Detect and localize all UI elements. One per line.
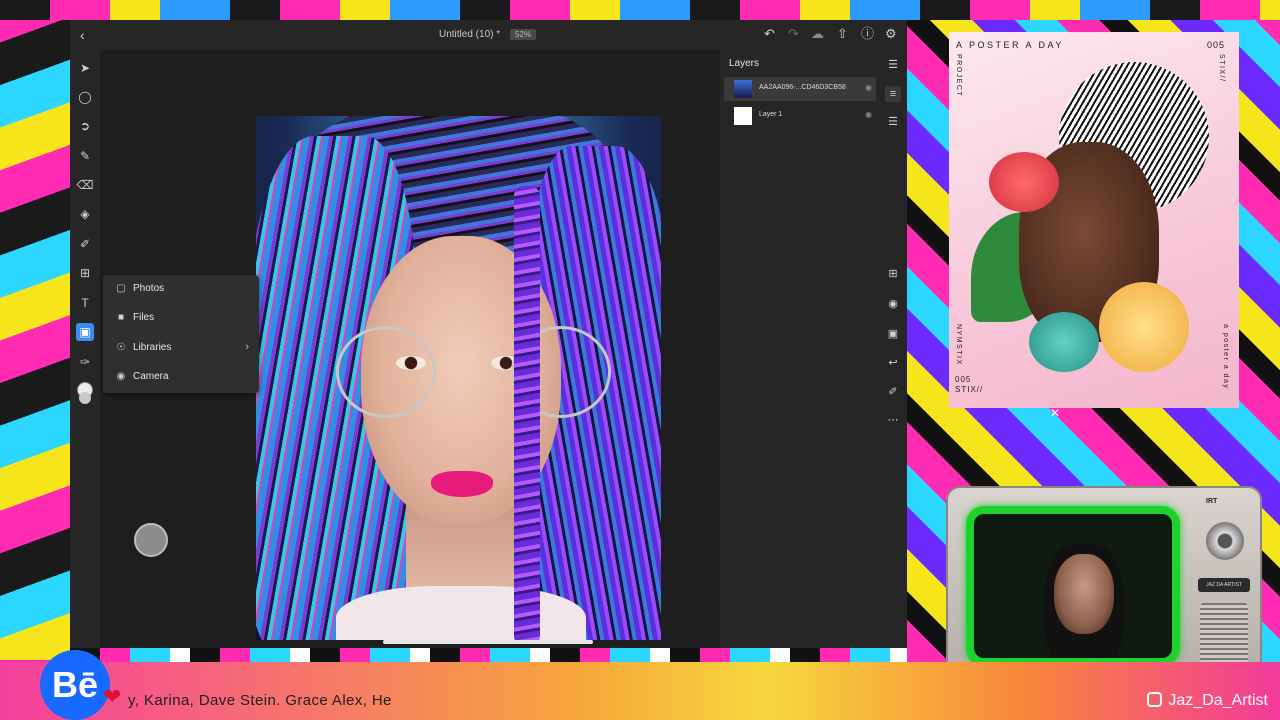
poster-flower <box>1029 312 1099 372</box>
background-color-swatch[interactable] <box>79 392 91 404</box>
type-icon[interactable]: T <box>76 294 94 312</box>
place-image-icon[interactable]: ▣ <box>76 323 94 341</box>
import-libraries-item[interactable]: ☉ Libraries › <box>103 334 259 363</box>
poster-vertical-left-bottom: NYMSTIX <box>955 324 962 366</box>
touch-shortcut-button[interactable] <box>134 523 168 557</box>
document-title: Untitled (10) * <box>439 29 501 40</box>
import-camera-item[interactable]: ◉ Camera <box>103 363 259 392</box>
chevron-left-icon[interactable]: ‹ <box>80 27 85 43</box>
instagram-icon <box>1147 692 1163 707</box>
poster-flower <box>1099 282 1189 372</box>
poster-footer: 005 STIX// <box>955 375 983 395</box>
poster-flower <box>989 152 1059 212</box>
poster-vertical-left: PROJECT <box>955 54 962 98</box>
folder-icon: ■ <box>117 312 125 323</box>
adjust-icon[interactable]: ☰ <box>885 114 901 130</box>
tv-brand-top: IRT <box>1206 498 1218 505</box>
import-photos-item[interactable]: ▢ Photos <box>103 275 259 304</box>
top-bar: ‹ Untitled (10) * 52% ↶ ↷ ☁ ⇧ ⓘ ⚙ <box>70 20 907 50</box>
collage-tile-bottom <box>70 648 950 662</box>
poster-artwork: A POSTER A DAY 005 PROJECT STIX// NYMSTI… <box>949 32 1239 408</box>
select-icon[interactable]: ➤ <box>76 59 94 77</box>
cloud-icon[interactable]: ☁ <box>811 27 824 41</box>
import-libraries-label: Libraries <box>133 342 172 353</box>
close-icon[interactable]: ✕ <box>1050 406 1060 420</box>
undo-icon[interactable]: ↶ <box>764 27 775 41</box>
poster-header: A POSTER A DAY <box>956 40 1064 50</box>
tool-bar: ➤ ◯ ➲ ✎ ⌫ ◈ ✐ ⊞ T ▣ ✑ <box>70 50 100 648</box>
add-layer-icon[interactable]: ⊞ <box>885 266 901 282</box>
home-indicator[interactable] <box>383 640 593 644</box>
import-files-label: Files <box>133 312 155 323</box>
eraser-icon[interactable]: ⌫ <box>76 176 94 194</box>
photo-braid <box>514 186 540 640</box>
layer-name: AA2AA096-...CD46D3CB58 <box>759 84 846 91</box>
photos-icon: ▢ <box>116 283 126 294</box>
mask-icon[interactable]: ▣ <box>885 326 901 342</box>
zoom-level-badge[interactable]: 52% <box>510 29 537 40</box>
layer-name: Layer 1 <box>759 111 783 118</box>
poster-vertical-right-bottom: a poster a day <box>1222 324 1229 390</box>
libraries-icon: ☉ <box>116 342 126 353</box>
layers-panel-title: Layers <box>729 58 760 69</box>
photo-shirt <box>336 586 586 640</box>
layers-icon[interactable]: ☰ <box>885 57 901 73</box>
lasso-icon[interactable]: ➲ <box>76 117 94 135</box>
canvas-photo[interactable] <box>256 116 661 640</box>
share-icon[interactable]: ⇧ <box>837 27 848 41</box>
photo-lips <box>431 471 493 497</box>
tv-brand-plate: JAZ DA ARTIST <box>1198 578 1250 592</box>
tv-speaker-grill <box>1200 603 1248 663</box>
bottom-ticker: y, Karina, Dave Stein. Grace Alex, He <box>0 662 1280 720</box>
layer-thumbnail <box>734 107 752 125</box>
layer-row[interactable]: Layer 1 ◉ <box>724 104 876 128</box>
tv-knob <box>1206 522 1244 560</box>
brush-icon[interactable]: ✎ <box>76 147 94 165</box>
poster-footer-line2: STIX// <box>955 385 984 394</box>
instagram-handle: Jaz_Da_Artist <box>1147 692 1268 710</box>
webcam-screen <box>966 506 1180 666</box>
chevron-right-icon: › <box>245 341 249 353</box>
poster-vertical-right: STIX// <box>1218 54 1225 83</box>
import-image-popover: ▢ Photos ■ Files ☉ Libraries › ◉ Camera <box>103 275 259 393</box>
webcam-person <box>1054 554 1114 634</box>
sampler-icon[interactable]: ✑ <box>76 353 94 371</box>
import-photos-label: Photos <box>133 283 165 294</box>
poster-footer-line1: 005 <box>955 375 972 384</box>
camera-icon: ◉ <box>116 371 126 382</box>
eye-icon[interactable]: ◉ <box>865 110 872 119</box>
collage-tile-left <box>0 0 70 660</box>
eye-icon[interactable]: ◉ <box>865 83 872 92</box>
redo-icon[interactable]: ↷ <box>788 27 799 41</box>
photo-glasses-left <box>336 326 436 418</box>
import-files-item[interactable]: ■ Files <box>103 304 259 333</box>
eyedropper-icon[interactable]: ✐ <box>76 235 94 253</box>
settings-icon[interactable]: ⚙ <box>885 27 897 41</box>
transform-icon[interactable]: ◯ <box>76 88 94 106</box>
fill-icon[interactable]: ◈ <box>76 205 94 223</box>
import-camera-label: Camera <box>133 371 169 382</box>
layers-panel: Layers AA2AA096-...CD46D3CB58 ◉ Layer 1 … <box>720 50 878 648</box>
help-icon[interactable]: ⓘ <box>861 27 874 41</box>
ticker-text: y, Karina, Dave Stein. Grace Alex, He <box>128 692 392 709</box>
layer-row[interactable]: AA2AA096-...CD46D3CB58 ◉ <box>724 77 876 101</box>
crop-icon[interactable]: ⊞ <box>76 264 94 282</box>
right-rail: ☰ ≡ ☰ ⊞ ◉ ▣ ↩ ✐ ⋯ <box>878 50 907 648</box>
layer-thumbnail <box>734 80 752 98</box>
poster-number: 005 <box>1206 40 1225 50</box>
collage-tile-top <box>0 0 1280 20</box>
merge-icon[interactable]: ↩ <box>885 355 901 371</box>
behance-logo: Bē <box>40 650 110 720</box>
clip-icon[interactable]: ✐ <box>885 384 901 400</box>
webcam-tv-frame: IRT JAZ DA ARTIST <box>946 486 1262 682</box>
more-icon[interactable]: ⋯ <box>885 412 901 428</box>
heart-icon: ❤ <box>103 684 122 709</box>
instagram-handle-text: Jaz_Da_Artist <box>1168 692 1268 709</box>
visibility-icon[interactable]: ◉ <box>885 296 901 312</box>
layer-props-icon[interactable]: ≡ <box>885 86 901 102</box>
